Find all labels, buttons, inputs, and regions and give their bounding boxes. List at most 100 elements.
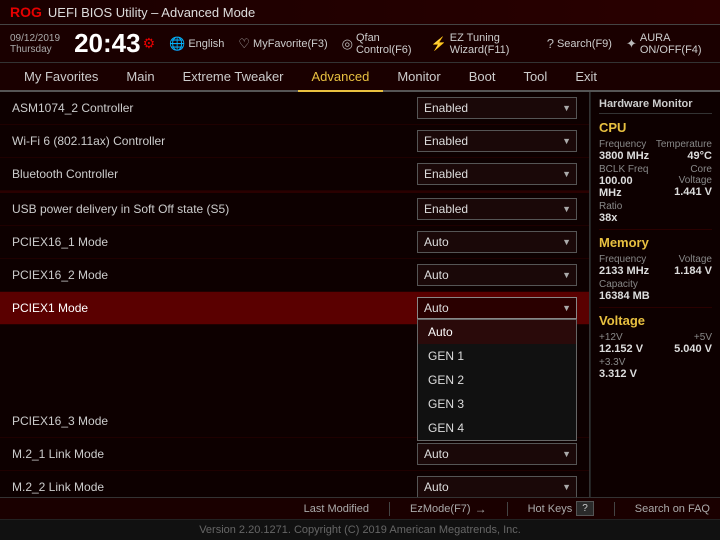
nav-my-favorites[interactable]: My Favorites [10,63,112,92]
nav-boot[interactable]: Boot [455,63,510,92]
status-bar: Last Modified EzMode(F7) → Hot Keys ? Se… [0,497,720,519]
hw-12v-block: +12V 12.152 V [599,332,643,355]
nav-tool[interactable]: Tool [509,63,561,92]
status-last-modified[interactable]: Last Modified [304,503,369,515]
hw-monitor-title: Hardware Monitor [599,98,712,114]
setting-control-pcie1: Auto Auto GEN 1 GEN 2 GEN 3 GEN 4 [417,297,577,319]
setting-label-bt: Bluetooth Controller [12,167,118,181]
content-area: ASM1074_2 Controller Enabled Wi-Fi 6 (80… [0,92,720,497]
dropdown-pcie1-options: Auto GEN 1 GEN 2 GEN 3 GEN 4 [417,319,577,441]
nav-exit[interactable]: Exit [561,63,611,92]
dropdown-option-gen1[interactable]: GEN 1 [418,344,576,368]
dropdown-pcie1[interactable]: Auto [417,297,577,319]
setting-row-pcie16-2: PCIEX16_2 Mode Auto [0,259,589,292]
hw-divider-2 [599,307,712,308]
nav-monitor[interactable]: Monitor [383,63,454,92]
hw-cpu-ratio-row: Ratio 38x [599,201,712,224]
setting-label-pcie16-2: PCIEX16_2 Mode [12,268,108,282]
hw-33v-val: 3.312 V [599,368,637,380]
dropdown-bt[interactable]: Enabled [417,163,577,185]
dropdown-option-gen4[interactable]: GEN 4 [418,416,576,440]
hw-section-memory: Memory [599,235,712,250]
dropdown-option-gen3[interactable]: GEN 3 [418,392,576,416]
status-search-faq[interactable]: Search on FAQ [635,503,710,515]
aura-label: AURA ON/OFF(F4) [640,32,710,56]
setting-control-m2-1: Auto [417,443,577,465]
setting-control-wifi: Enabled [417,130,577,152]
footer: Version 2.20.1271. Copyright (C) 2019 Am… [0,519,720,540]
hw-mem-voltage-label: Voltage [674,254,712,265]
myfavorite-label: MyFavorite(F3) [253,38,328,50]
dropdown-wifi[interactable]: Enabled [417,130,577,152]
search-label: Search(F9) [557,38,612,50]
setting-label-m2-2: M.2_2 Link Mode [12,480,104,494]
dropdown-m2-2[interactable]: Auto [417,476,577,497]
title-bar: ROG UEFI BIOS Utility – Advanced Mode [0,0,720,25]
hw-ratio-label: Ratio [599,201,622,212]
hw-mem-freq-row: Frequency 2133 MHz Voltage 1.184 V [599,254,712,277]
dropdown-pcie16-1[interactable]: Auto [417,231,577,253]
layout-wrapper: ROG UEFI BIOS Utility – Advanced Mode 09… [0,0,720,540]
setting-row-pcie1: PCIEX1 Mode Auto Auto GEN 1 GEN 2 GEN 3 … [0,292,589,325]
setting-row-usb: USB power delivery in Soft Off state (S5… [0,191,589,226]
dropdown-asm[interactable]: Enabled [417,97,577,119]
hw-mem-cap-val: 16384 MB [599,290,650,302]
hw-mem-cap-block: Capacity 16384 MB [599,279,650,302]
hw-cpu-bclk-block: BCLK Freq 100.00 MHz [599,164,656,199]
dropdown-usb[interactable]: Enabled [417,198,577,220]
language-button[interactable]: 🌐 English [169,36,224,52]
setting-control-m2-2: Auto [417,476,577,497]
hw-12v-val: 12.152 V [599,343,643,355]
hw-33v-label: +3.3V [599,357,637,368]
hw-bclk-label: BCLK Freq [599,164,656,175]
tuning-icon: ⚡ [431,36,447,52]
setting-row-m2-2: M.2_2 Link Mode Auto [0,471,589,497]
ezmode-arrow-icon: → [475,502,487,516]
hw-divider-1 [599,229,712,230]
setting-control-pcie16-1: Auto [417,231,577,253]
setting-row-m2-1: M.2_1 Link Mode Auto [0,438,589,471]
settings-gear-icon[interactable]: ⚙ [143,35,156,52]
info-icons: 🌐 English ♡ MyFavorite(F3) ◎ Qfan Contro… [169,32,710,56]
date-line1: 09/12/2019 [10,33,60,44]
status-ezmode[interactable]: EzMode(F7) → [410,502,487,516]
aura-button[interactable]: ✦ AURA ON/OFF(F4) [626,32,710,56]
search-button[interactable]: ? Search(F9) [547,36,612,51]
nav-advanced[interactable]: Advanced [298,63,384,92]
setting-row-bt: Bluetooth Controller Enabled [0,158,589,191]
dropdown-m2-1[interactable]: Auto [417,443,577,465]
hw-5v-label: +5V [674,332,712,343]
nav-main[interactable]: Main [112,63,168,92]
status-divider-3 [614,502,615,516]
setting-label-m2-1: M.2_1 Link Mode [12,447,104,461]
setting-row-pcie16-1: PCIEX16_1 Mode Auto [0,226,589,259]
status-hotkeys[interactable]: Hot Keys ? [528,501,594,516]
dropdown-option-gen2[interactable]: GEN 2 [418,368,576,392]
footer-text: Version 2.20.1271. Copyright (C) 2019 Am… [199,524,521,536]
setting-control-bt: Enabled [417,163,577,185]
hw-core-voltage-label: Core Voltage [656,164,712,186]
hw-section-cpu: CPU [599,120,712,135]
myfavorite-button[interactable]: ♡ MyFavorite(F3) [238,36,327,52]
bios-title: UEFI BIOS Utility – Advanced Mode [48,5,255,20]
setting-control-asm: Enabled [417,97,577,119]
date-line2: Thursday [10,44,60,55]
hw-33v-block: +3.3V 3.312 V [599,357,637,380]
nav-bar: My Favorites Main Extreme Tweaker Advanc… [0,63,720,92]
hw-mem-voltage-block: Voltage 1.184 V [674,254,712,277]
qfan-button[interactable]: ◎ Qfan Control(F6) [342,32,417,56]
search-icon: ? [547,36,554,51]
setting-label-wifi: Wi-Fi 6 (802.11ax) Controller [12,134,165,148]
hotkeys-label: Hot Keys [528,503,573,515]
setting-label-asm: ASM1074_2 Controller [12,101,133,115]
aura-icon: ✦ [626,36,637,52]
hw-5v-block: +5V 5.040 V [674,332,712,355]
hw-12v-label: +12V [599,332,643,343]
status-divider-2 [507,502,508,516]
ez-tuning-button[interactable]: ⚡ EZ Tuning Wizard(F11) [431,32,533,56]
setting-control-usb: Enabled [417,198,577,220]
nav-extreme-tweaker[interactable]: Extreme Tweaker [169,63,298,92]
hw-cpu-freq-row: Frequency 3800 MHz Temperature 49°C [599,139,712,162]
dropdown-option-auto[interactable]: Auto [418,320,576,344]
dropdown-pcie16-2[interactable]: Auto [417,264,577,286]
